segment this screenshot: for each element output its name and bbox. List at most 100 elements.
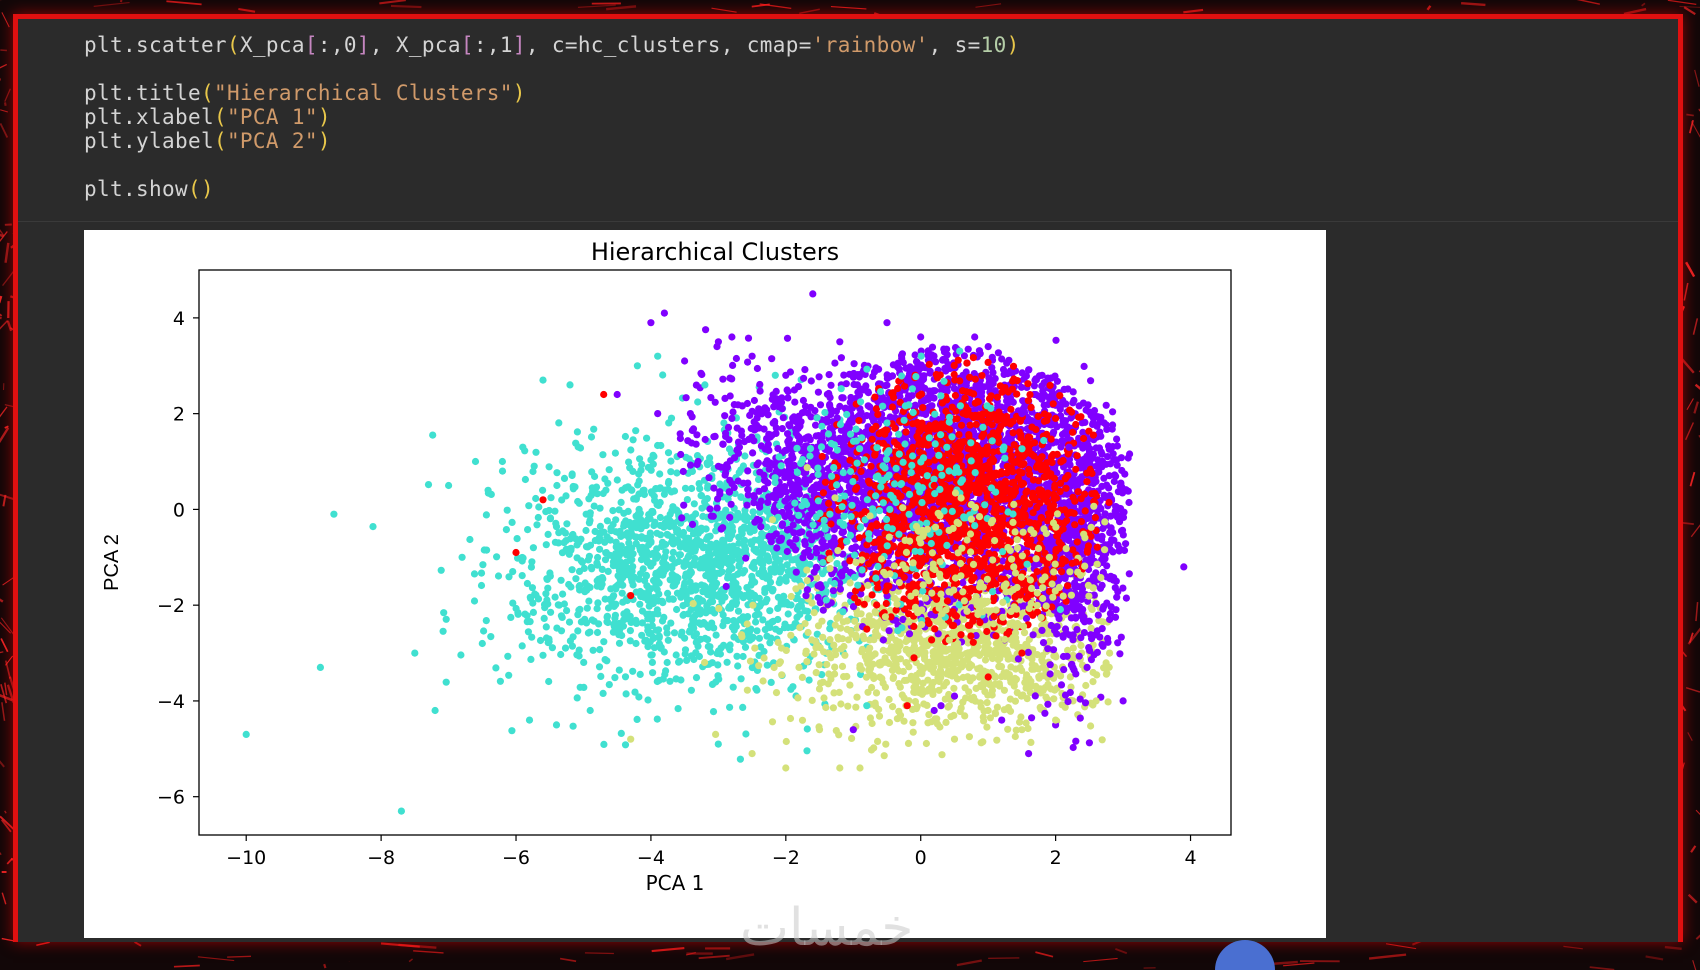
scatter-point: [909, 728, 917, 736]
scatter-point: [608, 599, 617, 607]
scatter-point: [687, 545, 695, 553]
scatter-point: [938, 751, 946, 759]
scatter-point: [487, 633, 495, 641]
scatter-point: [1038, 382, 1046, 390]
scatter-point: [1004, 370, 1012, 378]
scatter-point: [591, 527, 599, 536]
scatter-point: [736, 755, 745, 763]
scatter-point: [496, 677, 504, 685]
scatter-point: [677, 631, 685, 639]
scatter-point: [648, 651, 656, 659]
scatter-point: [674, 705, 682, 713]
scatter-point: [711, 543, 719, 551]
scatter-point: [898, 352, 906, 360]
scatter-point: [1093, 671, 1101, 679]
scatter-point: [735, 468, 743, 477]
scatter-point: [620, 509, 628, 517]
scatter-point: [654, 552, 662, 560]
code-line[interactable]: plt.show(): [84, 177, 214, 201]
scatter-point: [879, 679, 887, 687]
scatter-point: [986, 714, 995, 722]
code-line[interactable]: plt.ylabel("PCA 2"): [84, 129, 331, 153]
scatter-point: [819, 678, 827, 686]
circuit-trace: [6, 320, 13, 332]
scatter-point: [872, 689, 881, 697]
scatter-point: [993, 736, 1001, 744]
scatter-point: [991, 672, 999, 680]
scatter-point: [681, 646, 690, 654]
scatter-point: [616, 574, 624, 582]
scatter-point: [505, 671, 513, 679]
scatter-point: [749, 601, 757, 609]
scatter-point: [992, 649, 1000, 657]
code-line[interactable]: plt.scatter(X_pca[:,0], X_pca[:,1], c=hc…: [84, 33, 1020, 57]
scatter-point: [603, 657, 611, 665]
scatter-point: [534, 513, 542, 522]
circuit-trace: [1563, 945, 1583, 950]
scatter-point: [580, 564, 588, 572]
scatter-point: [922, 739, 931, 748]
scatter-point: [619, 562, 627, 570]
scatter-point: [554, 539, 563, 547]
scatter-point: [653, 529, 661, 537]
circuit-trace: [1368, 953, 1407, 960]
scatter-point: [656, 470, 664, 478]
circuit-trace: [1695, 809, 1700, 815]
scatter-point: [645, 629, 653, 637]
circuit-trace: [606, 5, 637, 11]
circuit-trace: [1687, 893, 1698, 904]
circuit-trace: [0, 651, 4, 654]
scatter-point: [701, 658, 709, 667]
scatter-point: [716, 556, 725, 565]
code-token: [: [460, 33, 474, 57]
scatter-point: [668, 595, 677, 603]
scatter-point: [480, 546, 488, 554]
scatter-point: [707, 563, 715, 571]
code-line[interactable]: plt.xlabel("PCA 1"): [84, 105, 331, 129]
scatter-point: [623, 608, 631, 616]
code-cell[interactable]: plt.scatter(X_pca[:,0], X_pca[:,1], c=hc…: [18, 19, 1678, 222]
scatter-point: [669, 548, 677, 556]
scatter-point: [1098, 736, 1106, 744]
circuit-trace: [1385, 943, 1417, 950]
scatter-point: [776, 658, 785, 666]
scatter-point: [728, 623, 737, 631]
circuit-trace: [1461, 2, 1486, 7]
scatter-point: [547, 608, 555, 616]
scatter-point: [983, 699, 991, 707]
scatter-point: [571, 483, 579, 491]
scatter-point: [716, 650, 725, 658]
scatter-point: [768, 618, 776, 626]
scatter-point: [607, 524, 615, 532]
circuit-trace: [1686, 398, 1694, 411]
scatter-point: [822, 703, 830, 712]
scatter-point: [584, 629, 592, 637]
circuit-trace: [698, 954, 730, 960]
scatter-point: [858, 648, 866, 656]
scatter-point: [746, 528, 754, 536]
code-token: (: [213, 105, 227, 129]
scatter-point: [629, 667, 637, 675]
scatter-point: [544, 600, 552, 608]
scatter-point: [875, 705, 883, 714]
scatter-point: [720, 617, 728, 625]
scatter-point: [588, 468, 596, 476]
scatter-point: [762, 598, 770, 606]
scatter-point: [702, 525, 710, 533]
scatter-point: [772, 689, 781, 697]
scatter-point: [680, 610, 688, 619]
scatter-point: [864, 688, 872, 696]
code-line[interactable]: plt.title("Hierarchical Clusters"): [84, 81, 526, 105]
scatter-point: [513, 535, 521, 543]
scatter-point: [610, 592, 618, 600]
circuit-trace: [2, 577, 14, 586]
circuit-trace: [1, 12, 10, 28]
circuit-trace: [559, 957, 577, 963]
scatter-point: [648, 658, 657, 666]
scatter-point: [611, 614, 619, 622]
circuit-trace: [1693, 401, 1699, 414]
scatter-point: [670, 629, 679, 637]
scatter-point: [741, 567, 749, 575]
scatter-point: [606, 536, 614, 544]
scatter-point: [765, 557, 773, 565]
